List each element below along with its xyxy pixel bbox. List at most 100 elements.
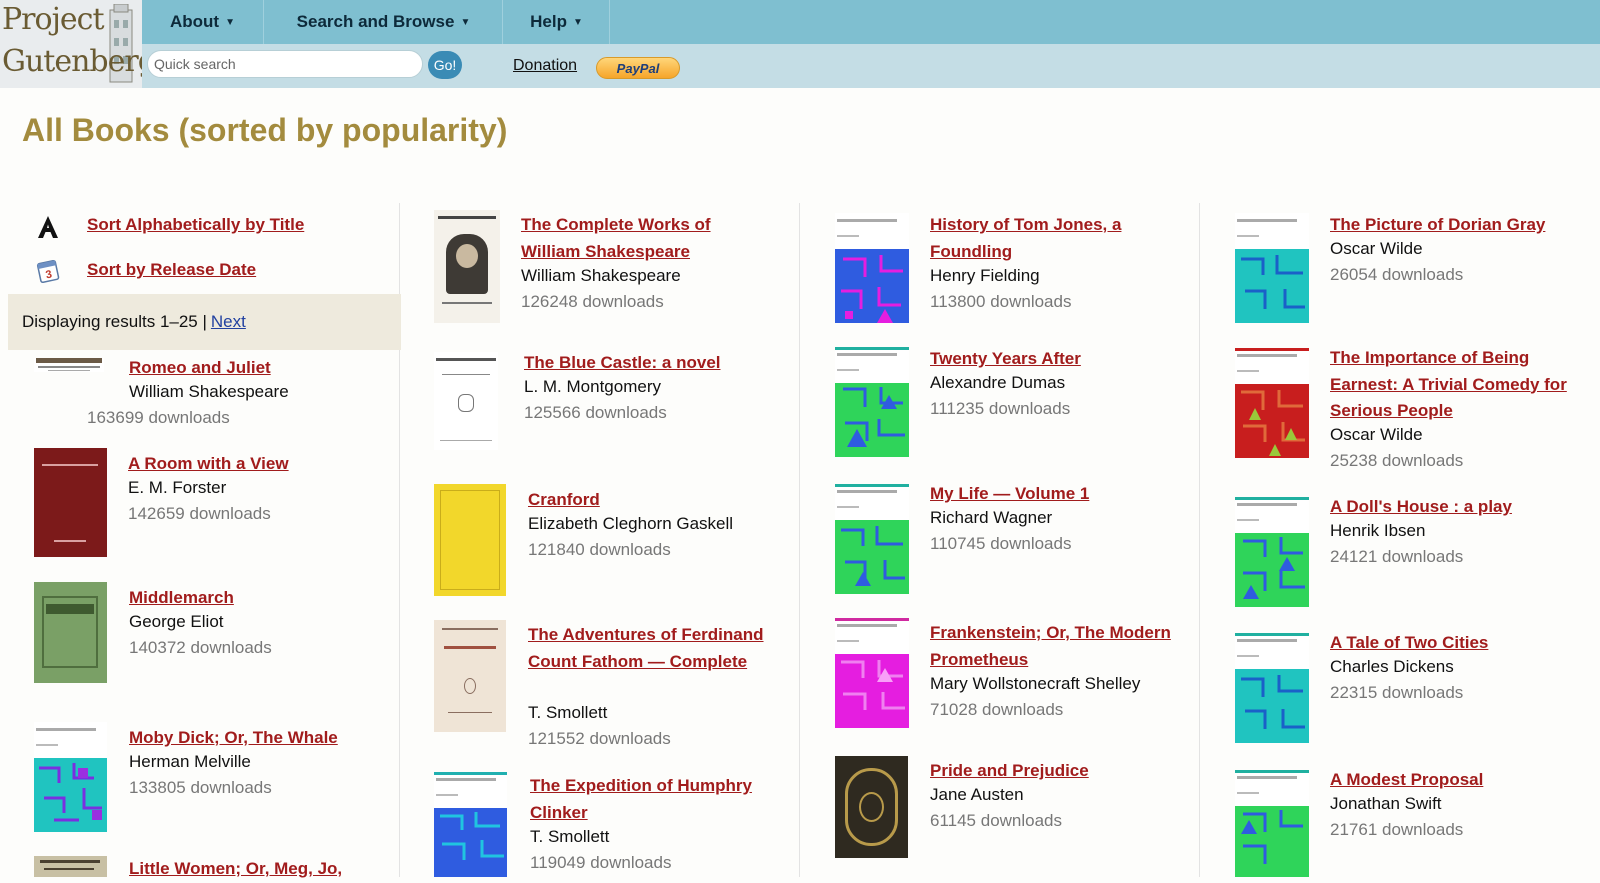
book-downloads: 125566 downloads [524, 403, 667, 422]
sort-alphabetically-link[interactable]: Sort Alphabetically by Title [87, 215, 304, 235]
book-author: Jonathan Swift [1330, 794, 1442, 813]
book-title-link[interactable]: Romeo and Juliet [129, 355, 271, 382]
menu-help[interactable]: Help ▼ [504, 0, 610, 44]
book-downloads: 126248 downloads [521, 292, 664, 311]
book-title-link[interactable]: A Doll's House : a play [1330, 494, 1512, 521]
book-author: Alexandre Dumas [930, 373, 1066, 392]
book-downloads: 111235 downloads [930, 399, 1071, 418]
book-title-link[interactable]: Moby Dick; Or, The Whale [129, 725, 338, 752]
book-title-link[interactable]: Pride and Prejudice [930, 758, 1089, 785]
book-author: William Shakespeare [129, 382, 289, 401]
book-cover-moby-dick[interactable] [34, 722, 107, 832]
book-downloads: 142659 downloads [128, 504, 271, 523]
book-downloads: 121552 downloads [528, 729, 671, 748]
results-text: Displaying results 1–25 | [22, 312, 207, 331]
book-author: Elizabeth Cleghorn Gaskell [528, 514, 734, 533]
book-downloads: 61145 downloads [930, 811, 1063, 830]
book-cover-ferdinand-count-fathom[interactable] [434, 620, 506, 732]
logo-word-project: Project [2, 2, 105, 37]
book-cover-a-room-with-a-view[interactable] [34, 448, 107, 557]
book-cover-frankenstein[interactable] [835, 618, 909, 728]
book-title-link[interactable]: My Life — Volume 1 [930, 481, 1089, 508]
book-title-link[interactable]: The Blue Castle: a novel [524, 350, 721, 377]
quick-search-input[interactable] [147, 50, 423, 78]
results-counter: Displaying results 1–25 | Next [8, 294, 401, 350]
book-title-link[interactable]: Middlemarch [129, 585, 234, 612]
book-downloads: 21761 downloads [1330, 820, 1464, 839]
book-title-link[interactable]: Cranford [528, 487, 600, 514]
logo-word-gutenberg: Gutenberg [2, 44, 142, 79]
column-divider [799, 203, 800, 877]
book-title-link[interactable]: History of Tom Jones, a Foundling [930, 212, 1180, 265]
paypal-button[interactable]: PayPal [596, 57, 680, 79]
book-author: Herman Melville [129, 752, 251, 771]
book-cover-cranford[interactable] [434, 484, 506, 596]
project-gutenberg-logo[interactable]: Project Gutenberg [0, 0, 142, 88]
book-author: E. M. Forster [128, 478, 227, 497]
book-downloads: 140372 downloads [129, 638, 272, 657]
book-cover-a-modest-proposal[interactable] [1235, 770, 1309, 877]
book-cover-a-tale-of-two-cities[interactable] [1235, 633, 1309, 743]
book-downloads: 25238 downloads [1330, 451, 1464, 470]
go-button[interactable]: Go! [428, 51, 462, 79]
book-title-link[interactable]: A Tale of Two Cities [1330, 630, 1488, 657]
caret-down-icon: ▼ [572, 16, 583, 28]
book-title-link[interactable]: A Room with a View [128, 451, 289, 478]
menu-about-label: About [170, 12, 220, 31]
book-author: Henrik Ibsen [1330, 521, 1426, 540]
book-downloads: 119049 downloads [530, 853, 672, 872]
book-cover-humphry-clinker[interactable] [434, 772, 507, 877]
book-author: T. Smollett [528, 703, 608, 722]
book-author: Richard Wagner [930, 508, 1053, 527]
next-page-link[interactable]: Next [211, 312, 246, 332]
caret-down-icon: ▼ [225, 16, 235, 28]
book-author: T. Smollett [530, 827, 610, 846]
book-downloads: 133805 downloads [129, 778, 272, 797]
book-title-link[interactable]: Twenty Years After [930, 346, 1081, 373]
book-cover-middlemarch[interactable] [34, 582, 107, 683]
menu-search-and-browse[interactable]: Search and Browse ▼ [265, 0, 503, 44]
book-cover-history-of-tom-jones[interactable] [835, 213, 909, 323]
book-title-link[interactable]: The Adventures of Ferdinand Count Fathom… [528, 622, 778, 675]
book-author: Jane Austen [930, 785, 1024, 804]
book-title-link[interactable]: Little Women; Or, Meg, Jo, [129, 856, 342, 883]
book-title-link[interactable]: The Picture of Dorian Gray [1330, 212, 1545, 239]
book-title-link[interactable]: Frankenstein; Or, The Modern Prometheus [930, 620, 1180, 673]
book-cover-importance-of-being-earnest[interactable] [1235, 348, 1309, 458]
site-header: Project Gutenberg About ▼ Search and Bro… [0, 0, 1600, 88]
book-author: L. M. Montgomery [524, 377, 661, 396]
book-cover-pride-and-prejudice[interactable] [835, 756, 908, 858]
book-author: Mary Wollstonecraft Shelley [930, 674, 1141, 693]
book-cover-my-life-volume-1[interactable] [835, 484, 909, 594]
book-cover-a-dolls-house[interactable] [1235, 497, 1309, 607]
book-author: Henry Fielding [930, 266, 1040, 285]
book-downloads: 113800 downloads [930, 292, 1072, 311]
book-cover-complete-works-shakespeare[interactable] [434, 210, 500, 323]
page-title: All Books (sorted by popularity) [22, 112, 508, 148]
book-title-link[interactable]: The Importance of Being Earnest: A Trivi… [1330, 345, 1570, 425]
book-cover-romeo-and-juliet[interactable] [34, 358, 104, 372]
caret-down-icon: ▼ [460, 16, 471, 28]
book-author: Oscar Wilde [1330, 239, 1423, 258]
book-cover-twenty-years-after[interactable] [835, 347, 909, 457]
book-cover-the-blue-castle[interactable] [434, 352, 498, 450]
book-title-link[interactable]: A Modest Proposal [1330, 767, 1483, 794]
sort-by-release-date-link[interactable]: Sort by Release Date [87, 260, 256, 280]
donation-link[interactable]: Donation [513, 57, 577, 75]
book-downloads: 163699 downloads [87, 408, 230, 427]
calendar-icon: 3 [36, 259, 60, 283]
book-author: William Shakespeare [521, 266, 681, 285]
book-cover-little-women[interactable] [34, 856, 107, 877]
book-downloads: 26054 downloads [1330, 265, 1464, 284]
book-downloads: 121840 downloads [528, 540, 671, 559]
book-title-link[interactable]: The Expedition of Humphry Clinker [530, 773, 780, 826]
book-author: Oscar Wilde [1330, 425, 1423, 444]
menu-about[interactable]: About ▼ [142, 0, 264, 44]
book-downloads: 110745 downloads [930, 534, 1072, 553]
menu-help-label: Help [530, 12, 567, 31]
book-downloads: 24121 downloads [1330, 547, 1464, 566]
book-downloads: 22315 downloads [1330, 683, 1464, 702]
book-cover-picture-of-dorian-gray[interactable] [1235, 213, 1309, 323]
column-divider [1199, 203, 1200, 877]
book-title-link[interactable]: The Complete Works of William Shakespear… [521, 212, 771, 265]
